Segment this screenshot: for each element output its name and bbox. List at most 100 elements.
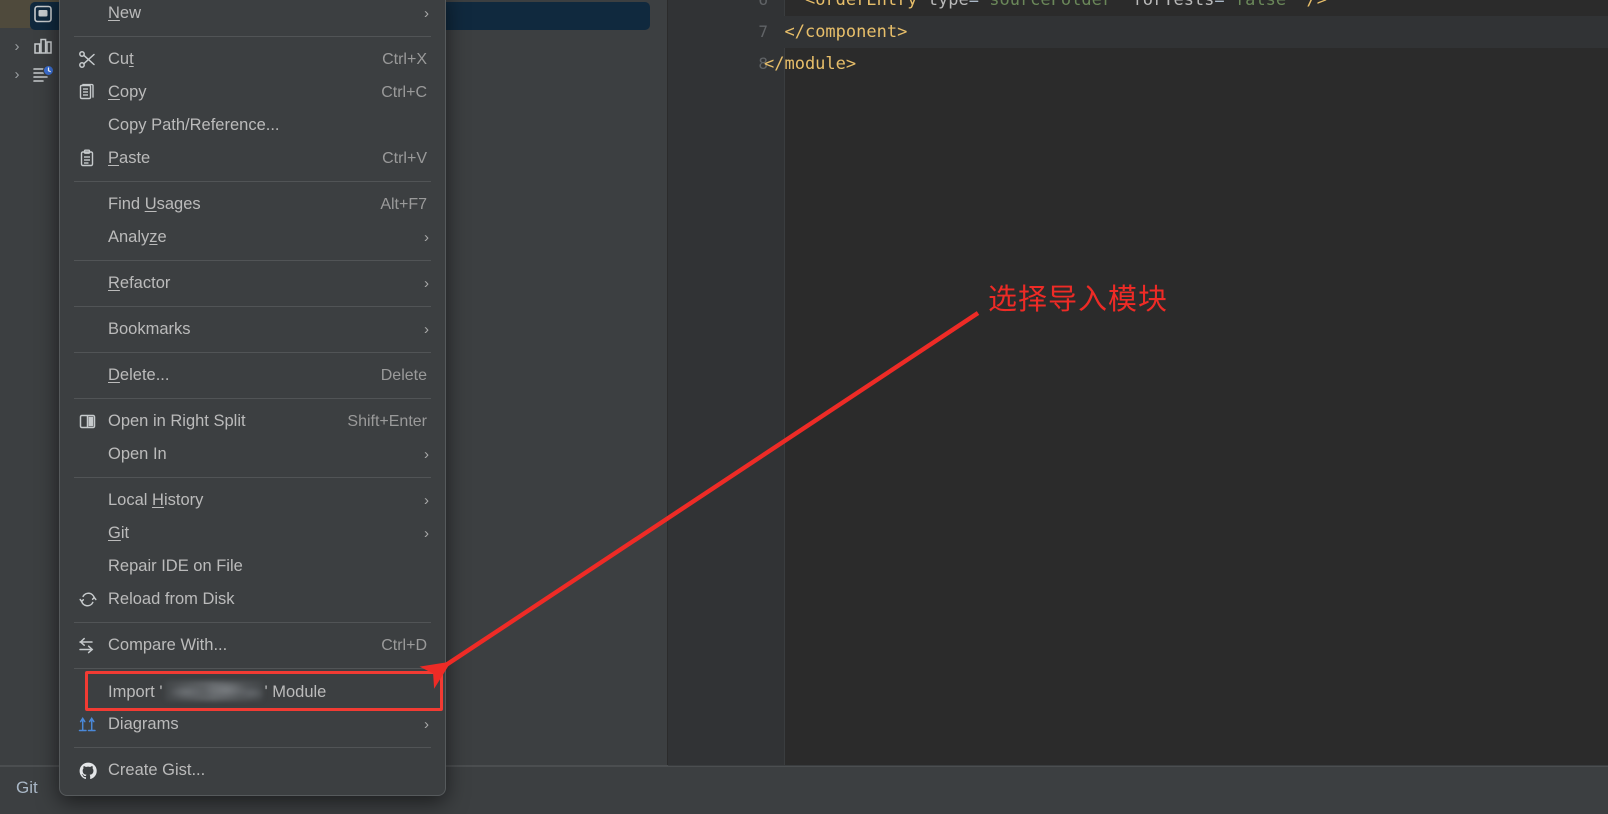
diagrams-icon (78, 714, 108, 736)
code-text: </component> (784, 22, 908, 42)
menu-item-diagrams[interactable]: Diagrams › (60, 708, 445, 741)
menu-separator (74, 747, 431, 748)
redacted-module-name (164, 681, 263, 701)
scissors-icon (78, 49, 108, 71)
copy-icon (78, 82, 108, 104)
menu-item-label: Delete... (108, 366, 170, 384)
menu-item-find-usages[interactable]: Find Usages Alt+F7 (60, 188, 445, 221)
menu-item-open-in[interactable]: Open In › (60, 438, 445, 471)
menu-item-analyze[interactable]: Analyze › (60, 221, 445, 254)
bar-chart-icon (30, 32, 56, 60)
menu-item-label: Analyze (108, 228, 167, 246)
menu-item-icon-placeholder (78, 273, 108, 295)
menu-item-label: Open in Right Split (108, 412, 246, 430)
menu-item-label: Reload from Disk (108, 590, 235, 608)
code-line[interactable]: 7 </component> (668, 16, 1608, 48)
code-text: </module> (764, 54, 857, 74)
chevron-right-icon: › (424, 321, 429, 338)
menu-item-label: Diagrams (108, 715, 179, 733)
menu-item-icon-placeholder (78, 227, 108, 249)
menu-item-repair-ide-on-file[interactable]: Repair IDE on File (60, 550, 445, 583)
status-bar-git-label[interactable]: Git (16, 778, 38, 798)
menu-item-import-module[interactable]: Import ' ' Module (60, 675, 445, 708)
menu-item-shortcut: Ctrl+V (382, 149, 427, 167)
tree-row-2[interactable]: › (4, 60, 56, 88)
chevron-right-icon[interactable]: › (4, 60, 30, 88)
menu-item-paste[interactable]: Paste Ctrl+V (60, 142, 445, 175)
chevron-right-icon: › (424, 716, 429, 733)
menu-item-icon-placeholder (78, 490, 108, 512)
menu-item-icon-placeholder (78, 681, 108, 703)
tree-row-0[interactable] (30, 0, 56, 28)
menu-item-copy[interactable]: Copy Ctrl+C (60, 76, 445, 109)
ide-window: › › <orderEntry type="sourceFolder" forT… (0, 0, 1608, 814)
menu-item-label: Import ' ' Module (108, 681, 327, 701)
code-text: <orderEntry type="sourceFolder" forTests… (804, 0, 1328, 10)
menu-item-delete[interactable]: Delete... Delete (60, 359, 445, 392)
menu-item-new[interactable]: New › (60, 0, 445, 30)
code-line[interactable]: 6 <orderEntry type="sourceFolder" forTes… (668, 0, 1608, 16)
menu-separator (74, 668, 431, 669)
menu-item-icon-placeholder (78, 115, 108, 137)
clipboard-icon (78, 148, 108, 170)
code-line[interactable]: 8 </module> (668, 48, 1608, 80)
menu-item-icon-placeholder (78, 444, 108, 466)
menu-item-shortcut: Delete (380, 366, 427, 384)
menu-item-git[interactable]: Git › (60, 517, 445, 550)
menu-item-icon-placeholder (78, 365, 108, 387)
chevron-right-icon: › (424, 5, 429, 22)
menu-item-label: Paste (108, 149, 151, 167)
menu-item-copy-path-reference[interactable]: Copy Path/Reference... (60, 109, 445, 142)
menu-item-shortcut: Ctrl+D (381, 636, 427, 654)
menu-item-label: Find Usages (108, 195, 201, 213)
chevron-right-icon: › (424, 525, 429, 542)
menu-item-label: Copy (108, 83, 147, 101)
menu-item-shortcut: Alt+F7 (380, 195, 427, 213)
refresh-icon (78, 589, 108, 611)
chevron-right-icon[interactable]: › (4, 32, 30, 60)
menu-item-label: Refactor (108, 274, 171, 292)
menu-separator (74, 260, 431, 261)
tree-row-1[interactable]: › (4, 32, 56, 60)
menu-item-local-history[interactable]: Local History › (60, 484, 445, 517)
menu-separator (74, 622, 431, 623)
chevron-right-icon: › (424, 446, 429, 463)
history-clock-icon (30, 60, 56, 88)
line-number: 7 (758, 22, 768, 41)
github-icon (78, 760, 108, 782)
menu-separator (74, 181, 431, 182)
menu-item-shortcut: Ctrl+C (381, 83, 427, 101)
menu-item-label: Bookmarks (108, 320, 191, 338)
editor-code-area[interactable]: 6 <orderEntry type="sourceFolder" forTes… (668, 0, 1608, 766)
menu-item-compare-with[interactable]: Compare With... Ctrl+D (60, 629, 445, 662)
menu-item-create-gist[interactable]: Create Gist... (60, 754, 445, 787)
line-number: 8 (758, 54, 768, 73)
chevron-right-icon: › (424, 275, 429, 292)
menu-item-import-module-wrapper: Import ' ' Module (60, 671, 445, 711)
menu-item-shortcut: Ctrl+X (382, 50, 427, 68)
menu-item-label: Compare With... (108, 636, 228, 654)
line-number: 6 (668, 0, 768, 16)
menu-item-refactor[interactable]: Refactor › (60, 267, 445, 300)
menu-item-label: Cut (108, 50, 134, 68)
menu-item-bookmarks[interactable]: Bookmarks › (60, 313, 445, 346)
menu-item-label: Open In (108, 445, 167, 463)
menu-item-icon-placeholder (78, 319, 108, 341)
menu-item-cut[interactable]: Cut Ctrl+X (60, 43, 445, 76)
menu-item-icon-placeholder (78, 556, 108, 578)
menu-separator (74, 477, 431, 478)
menu-item-label: New (108, 4, 142, 22)
menu-separator (74, 352, 431, 353)
menu-item-icon-placeholder (78, 194, 108, 216)
menu-item-label: Git (108, 524, 130, 542)
menu-item-label: Create Gist... (108, 761, 206, 779)
menu-item-reload-from-disk[interactable]: Reload from Disk (60, 583, 445, 616)
file-context-menu[interactable]: New › Cut Ctrl+X Copy Ctrl+C Copy Path/Refer… (59, 0, 446, 796)
menu-separator (74, 398, 431, 399)
menu-item-open-in-right-split[interactable]: Open in Right Split Shift+Enter (60, 405, 445, 438)
menu-item-label: Copy Path/Reference... (108, 116, 280, 134)
menu-separator (74, 306, 431, 307)
chevron-right-icon: › (424, 492, 429, 509)
compare-icon (78, 635, 108, 657)
code-editor[interactable]: 6 <orderEntry type="sourceFolder" forTes… (668, 0, 1608, 766)
